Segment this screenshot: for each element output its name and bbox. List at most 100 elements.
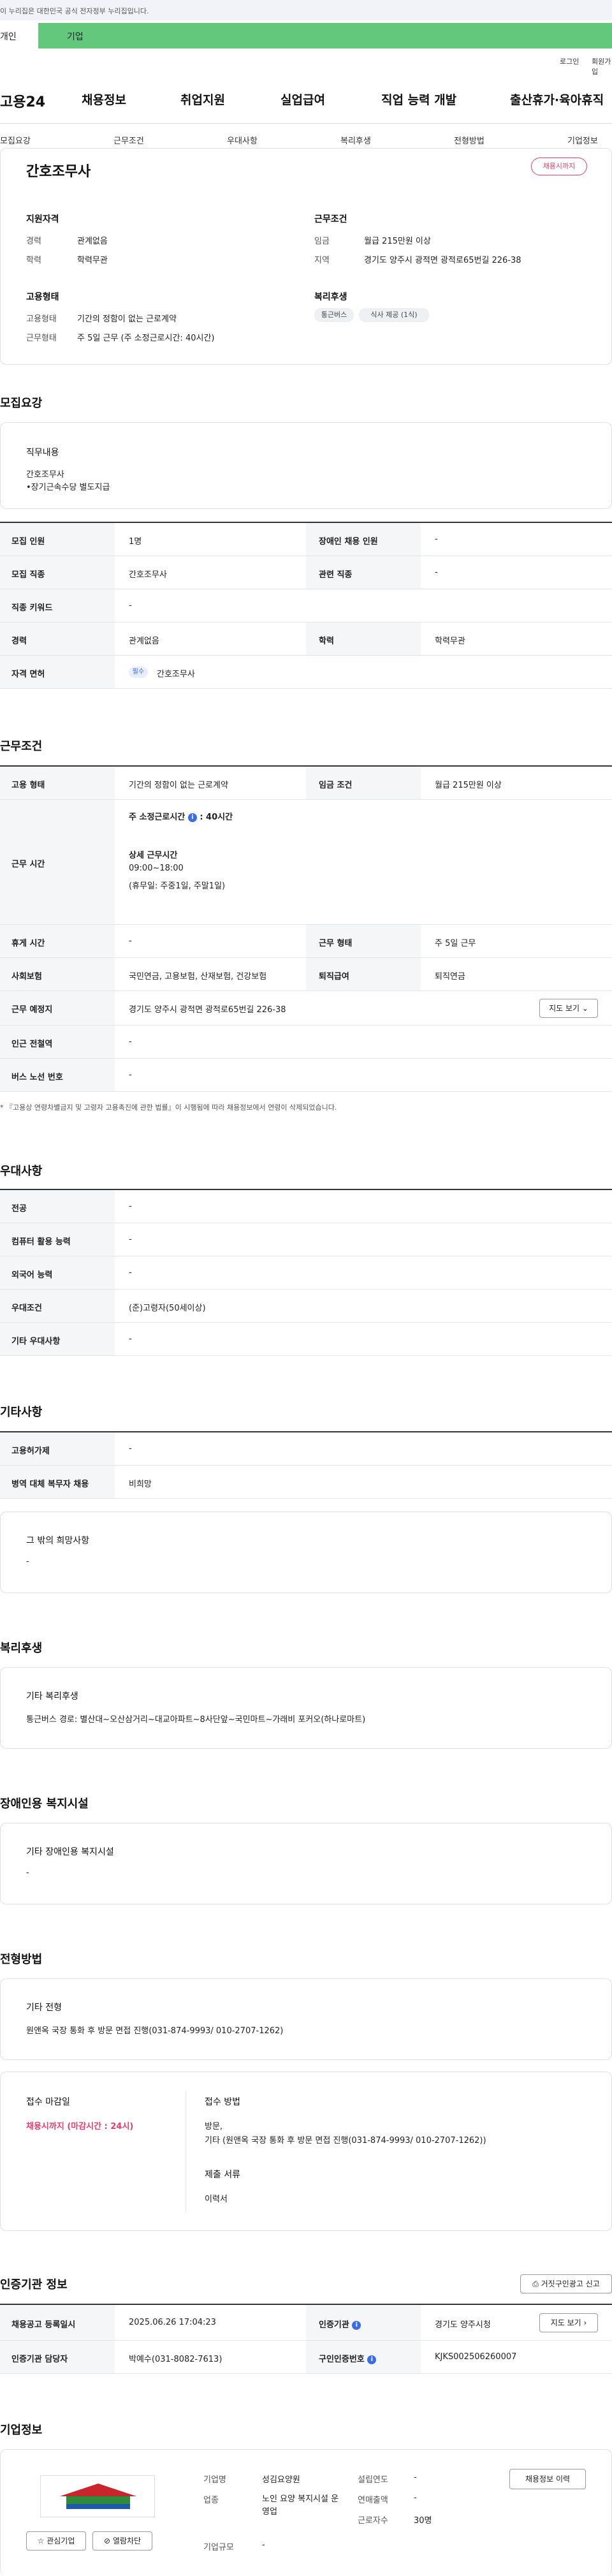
row-label: 학력 (319, 637, 334, 646)
info-icon[interactable]: i (367, 2355, 377, 2364)
qual-value: 관계없음 (77, 237, 108, 246)
job-title: 간호조무사 (26, 164, 91, 180)
benefit-chip: 통근버스 (314, 308, 354, 322)
hope-value: - (26, 1557, 29, 1566)
block-button[interactable]: ⊘ 열람차단 (92, 2531, 152, 2550)
benefit-title: 복리후생 (314, 292, 347, 302)
qual-value: 학력무관 (77, 256, 108, 265)
table-row: 기타 우대사항 - (0, 1323, 612, 1356)
row-label: 인근 전철역 (11, 1040, 53, 1049)
row-label: 퇴직급여 (319, 972, 349, 982)
subnav-selection[interactable]: 전형방법 (454, 134, 484, 146)
company-card: ☆ 관심기업 ⊘ 열람차단 기업명 성김요양원 설립연도 - 업종 노인 요양 … (0, 2449, 612, 2576)
table-row: 모집 직종 간호조무사 관련 직종 - (0, 556, 612, 589)
welfare-text: 통근버스 경로: 별산대~오산삼거리~대교아파트~8사단앞~국민마트~가래비 포… (26, 1715, 366, 1725)
subnav-preference[interactable]: 우대사항 (227, 134, 258, 146)
job-summary-card: 간호조무사 채용시까지 지원자격 경력 관계없음 학력 학력무관 근무조건 임금… (0, 148, 612, 365)
welfare-card: 기타 복리후생 통근버스 경로: 별산대~오산삼거리~대교아파트~8사단앞~국민… (0, 1667, 612, 1749)
docs-title: 제출 서류 (205, 2170, 240, 2180)
company-label: 업종 (203, 2496, 219, 2505)
cond-label: 지역 (314, 256, 330, 265)
table-row: 사회보험 국민연금, 고용보험, 산재보험, 건강보험 퇴직급여 퇴직연금 (0, 958, 612, 991)
login-link[interactable]: 로그인 (560, 56, 579, 66)
row-label: 기타 우대사항 (11, 1337, 61, 1346)
table-row: 고용허가제 - (0, 1432, 612, 1466)
section-title-agency: 인증기관 정보 (0, 2278, 68, 2292)
nav-item-unemployment[interactable]: 실업급여 (280, 91, 325, 108)
row-value: 박예수(031-8082-7613) (129, 2355, 222, 2364)
row-label: 모집 인원 (11, 537, 45, 547)
row-value: 관계없음 (129, 637, 159, 646)
status-badge: 채용시까지 (531, 158, 587, 175)
emp-label: 근무형태 (26, 334, 57, 343)
gov-banner: 이 누리집은 대한민국 공식 전자정부 누리집입니다. (0, 0, 612, 20)
row-value: 2025.06.26 17:04:23 (129, 2318, 216, 2327)
company-value: - (262, 2540, 265, 2550)
company-label: 근로자수 (358, 2516, 388, 2526)
company-label: 기업명 (203, 2475, 226, 2485)
company-value: - (414, 2473, 417, 2482)
subnav-conditions[interactable]: 근무조건 (113, 134, 144, 146)
emp-value: 주 5일 근무 (주 소정근로시간: 40시간) (77, 334, 215, 343)
row-label: 장애인 채용 인원 (319, 537, 378, 547)
method-line: 기타 (원앤옥 국장 통화 후 방문 면접 진행(031-874-9993/ 0… (205, 2136, 486, 2145)
company-label: 설립연도 (358, 2475, 388, 2485)
nav-item-training[interactable]: 직업 능력 개발 (381, 91, 456, 108)
star-icon: ☆ (37, 2536, 45, 2545)
join-link[interactable]: 회원가입 (592, 56, 612, 77)
row-value: 기간의 정함이 없는 근로계약 (129, 781, 228, 790)
row-label: 근무 예정지 (11, 1005, 53, 1015)
row-label: 모집 직종 (11, 570, 45, 580)
subnav-recruit[interactable]: 모집요강 (0, 134, 31, 146)
logo[interactable]: 고용24 (0, 91, 45, 111)
tab-personal[interactable]: 개인 (0, 23, 38, 48)
emp-label: 고용형태 (26, 314, 57, 324)
qual-title: 지원자격 (26, 214, 59, 224)
info-icon[interactable]: i (352, 2320, 361, 2330)
cond-title: 근무조건 (314, 214, 347, 224)
row-value: - (129, 1037, 132, 1047)
row-label: 우대조건 (11, 1304, 42, 1313)
row-label: 인증기관 i (319, 2318, 361, 2330)
site-tabs: 개인 기업 (0, 23, 612, 48)
row-value: 퇴직연금 (435, 972, 465, 982)
nav-item-jobs[interactable]: 채용정보 (82, 91, 126, 108)
table-row: 인증기관 담당자 박예수(031-8082-7613) 구인인증번호 i KJK… (0, 2341, 612, 2374)
chevron-right-icon: › (583, 2318, 587, 2327)
table-row: 병역 대체 복무자 채용 비희망 (0, 1466, 612, 1499)
duty-line: •장기근속수당 별도지급 (26, 483, 110, 492)
row-label: 고용허가제 (11, 1446, 50, 1456)
subnav-company[interactable]: 기업정보 (567, 134, 598, 146)
company-value: - (414, 2493, 417, 2503)
row-value: 간호조무사 (157, 670, 195, 679)
row-value: 월급 215만원 이상 (435, 781, 502, 790)
row-value: 간호조무사 (129, 570, 167, 580)
company-label: 기업규모 (203, 2543, 234, 2552)
row-label: 고용 형태 (11, 781, 45, 790)
main-nav: 고용24 채용정보 취업지원 실업급여 직업 능력 개발 출산휴가·육아휴직 (0, 75, 612, 124)
welfare-sub: 기타 복리후생 (26, 1691, 78, 1702)
agency-map-button[interactable]: 지도 보기 › (539, 2313, 598, 2332)
info-icon[interactable]: i (187, 813, 197, 822)
nav-item-support[interactable]: 취업지원 (180, 91, 225, 108)
emp-value: 기간의 정함이 없는 근로계약 (77, 314, 177, 324)
map-button[interactable]: 지도 보기 ⌄ (539, 999, 598, 1018)
disab-value: - (26, 1868, 29, 1878)
row-label: 버스 노선 번호 (11, 1073, 63, 1082)
row-value: KJKS002506260007 (435, 2352, 517, 2362)
history-button[interactable]: 채용정보 이력 (509, 2469, 586, 2489)
row-value: - (129, 1202, 132, 1211)
table-row: 경력 관계없음 학력 학력무관 (0, 622, 612, 656)
selection-card: 기타 전형 원앤옥 국장 통화 후 방문 면접 진행(031-874-9993/… (0, 1978, 612, 2060)
selection-sub: 기타 전형 (26, 2003, 62, 2013)
block-icon: ⊘ (103, 2536, 111, 2545)
report-button[interactable]: ⎙ 거짓구인광고 신고 (520, 2274, 612, 2293)
row-label: 병역 대체 복무자 채용 (11, 1480, 89, 1489)
report-icon: ⎙ (532, 2279, 539, 2288)
nav-item-leave[interactable]: 출산휴가·육아휴직 (510, 91, 604, 108)
subnav-welfare[interactable]: 복리후생 (340, 134, 371, 146)
row-value: 학력무관 (435, 637, 465, 646)
company-value: 노인 요양 복지시설 운영업 (262, 2494, 339, 2517)
favorite-button[interactable]: ☆ 관심기업 (26, 2531, 86, 2550)
tab-company[interactable]: 기업 (38, 23, 612, 48)
